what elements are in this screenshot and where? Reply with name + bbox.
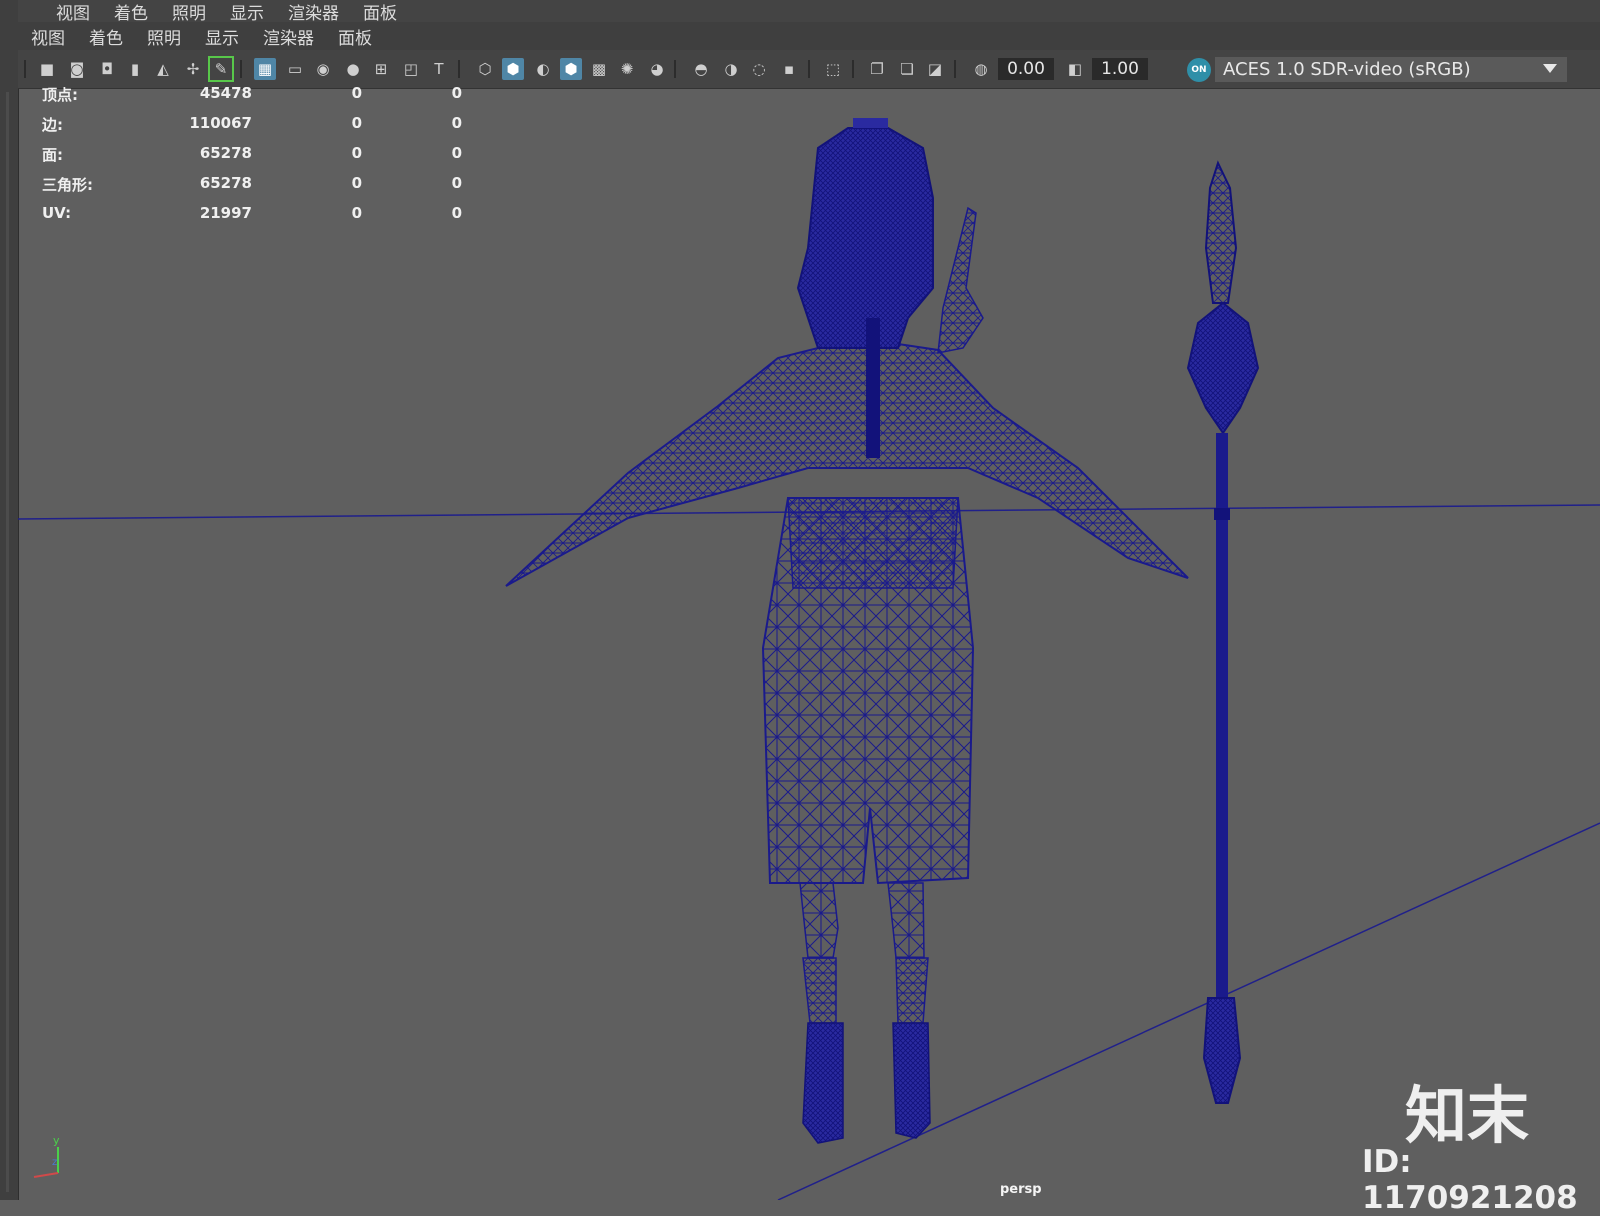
panel-menu-panels[interactable]: 面板 bbox=[338, 24, 372, 49]
hud-row-vertices: 顶点: 45478 0 0 bbox=[42, 84, 462, 114]
heads-up-poly-count: 顶点: 45478 0 0 边: 110067 0 0 面: 65278 0 0… bbox=[42, 84, 462, 234]
xray-joints-icon[interactable]: ❏ bbox=[896, 58, 918, 80]
wireframe-on-shaded-icon[interactable]: ⬢ bbox=[560, 58, 582, 80]
wireframe-scene bbox=[17, 118, 1600, 1201]
panel-menubar: 视图 着色 照明 显示 渲染器 面板 bbox=[18, 22, 1600, 50]
lights-icon[interactable]: ✺ bbox=[616, 58, 638, 80]
hud-label: UV: bbox=[42, 204, 72, 222]
hud-value: 0 bbox=[351, 114, 362, 132]
camera-attributes-icon[interactable]: ◙ bbox=[66, 58, 88, 80]
strip-grip[interactable] bbox=[6, 92, 9, 1192]
hud-row-faces: 面: 65278 0 0 bbox=[42, 144, 462, 174]
view-axis-icon: y z bbox=[33, 1134, 60, 1178]
motion-blur-icon[interactable]: ◑ bbox=[720, 58, 742, 80]
hud-value: 0 bbox=[451, 144, 462, 162]
hud-value: 65278 bbox=[199, 174, 252, 192]
hud-value: 0 bbox=[351, 84, 362, 102]
panel-menu-show[interactable]: 显示 bbox=[205, 24, 239, 49]
2d-pan-zoom-icon[interactable]: ✢ bbox=[182, 58, 204, 80]
view-transform-dropdown[interactable]: ACES 1.0 SDR-video (sRGB) bbox=[1215, 57, 1567, 82]
left-tool-strip bbox=[0, 0, 19, 1200]
menu-show[interactable]: 显示 bbox=[230, 0, 264, 24]
hud-row-triangles: 三角形: 65278 0 0 bbox=[42, 174, 462, 204]
smooth-shade-icon[interactable]: ⬢ bbox=[502, 58, 524, 80]
shadows-icon[interactable]: ◕ bbox=[646, 58, 668, 80]
top-menubar: 视图 着色 照明 显示 渲染器 面板 bbox=[18, 0, 1600, 24]
safe-action-icon[interactable]: ◰ bbox=[400, 58, 422, 80]
hud-value: 21997 bbox=[199, 204, 252, 222]
hud-value: 65278 bbox=[199, 144, 252, 162]
hud-value: 0 bbox=[351, 174, 362, 192]
wireframe-icon[interactable]: ⬡ bbox=[474, 58, 496, 80]
menu-view[interactable]: 视图 bbox=[56, 0, 90, 24]
spear-model bbox=[1186, 160, 1260, 1104]
panel-menu-view[interactable]: 视图 bbox=[31, 24, 65, 49]
hud-value: 0 bbox=[351, 144, 362, 162]
gate-mask-icon[interactable]: ● bbox=[342, 58, 364, 80]
hud-label: 边: bbox=[42, 116, 63, 134]
hud-row-uvs: UV: 21997 0 0 bbox=[42, 204, 462, 234]
hud-value: 110067 bbox=[189, 114, 252, 132]
default-material-icon[interactable]: ◐ bbox=[532, 58, 554, 80]
image-plane-icon[interactable]: ◭ bbox=[152, 58, 174, 80]
resolution-gate-icon[interactable]: ◉ bbox=[312, 58, 334, 80]
view-transform-value: ACES 1.0 SDR-video (sRGB) bbox=[1223, 59, 1471, 80]
axis-y-label: y bbox=[53, 1134, 60, 1147]
axis-z-label: z bbox=[52, 1157, 57, 1168]
grease-pencil-icon[interactable]: ✎ bbox=[208, 56, 234, 82]
hud-label: 面: bbox=[42, 146, 63, 164]
camera-icon[interactable]: ■ bbox=[36, 58, 58, 80]
hud-value: 0 bbox=[351, 204, 362, 222]
xray-icon[interactable]: ❐ bbox=[866, 58, 888, 80]
hud-value: 0 bbox=[451, 114, 462, 132]
panel-menu-lighting[interactable]: 照明 bbox=[147, 24, 181, 49]
safe-title-icon[interactable]: T bbox=[428, 58, 450, 80]
panel-menu-renderer[interactable]: 渲染器 bbox=[263, 24, 314, 49]
gamma-field[interactable]: 1.00 bbox=[1092, 58, 1148, 80]
persp-viewport[interactable] bbox=[17, 88, 1600, 1201]
screen-space-ao-icon[interactable]: ◓ bbox=[690, 58, 712, 80]
chevron-down-icon[interactable] bbox=[1543, 64, 1557, 73]
color-management-toggle[interactable]: ON bbox=[1187, 58, 1211, 82]
watermark-id: ID: 1170921208 bbox=[1362, 1144, 1578, 1216]
camera-name-label: persp bbox=[1000, 1182, 1042, 1197]
menu-renderer[interactable]: 渲染器 bbox=[288, 0, 339, 24]
hud-value: 0 bbox=[451, 84, 462, 102]
menu-shading[interactable]: 着色 bbox=[114, 0, 148, 24]
isolate-select-icon[interactable]: ⬚ bbox=[822, 58, 844, 80]
menu-lighting[interactable]: 照明 bbox=[172, 0, 206, 24]
field-chart-icon[interactable]: ⊞ bbox=[370, 58, 392, 80]
hud-value: 45478 bbox=[199, 84, 252, 102]
menu-panels[interactable]: 面板 bbox=[363, 0, 397, 24]
xray-active-icon[interactable]: ◪ bbox=[924, 58, 946, 80]
hud-row-edges: 边: 110067 0 0 bbox=[42, 114, 462, 144]
exposure-field[interactable]: 0.00 bbox=[998, 58, 1054, 80]
watermark-brand: 知末 bbox=[1405, 1079, 1530, 1152]
hud-label: 顶点: bbox=[42, 86, 78, 104]
gamma-icon[interactable]: ◧ bbox=[1064, 58, 1086, 80]
camera-lock-icon[interactable]: ◘ bbox=[96, 58, 118, 80]
bookmark-icon[interactable]: ▮ bbox=[124, 58, 146, 80]
anti-aliasing-icon[interactable]: ◌ bbox=[748, 58, 770, 80]
panel-menu-shading[interactable]: 着色 bbox=[89, 24, 123, 49]
depth-of-field-icon[interactable]: ▪ bbox=[778, 58, 800, 80]
textured-icon[interactable]: ▩ bbox=[588, 58, 610, 80]
character-model bbox=[505, 118, 1189, 1144]
hud-value: 0 bbox=[451, 204, 462, 222]
hud-label: 三角形: bbox=[42, 176, 93, 194]
grid-icon[interactable]: ▦ bbox=[254, 58, 276, 80]
film-gate-icon[interactable]: ▭ bbox=[284, 58, 306, 80]
hud-value: 0 bbox=[451, 174, 462, 192]
exposure-icon[interactable]: ◍ bbox=[970, 58, 992, 80]
